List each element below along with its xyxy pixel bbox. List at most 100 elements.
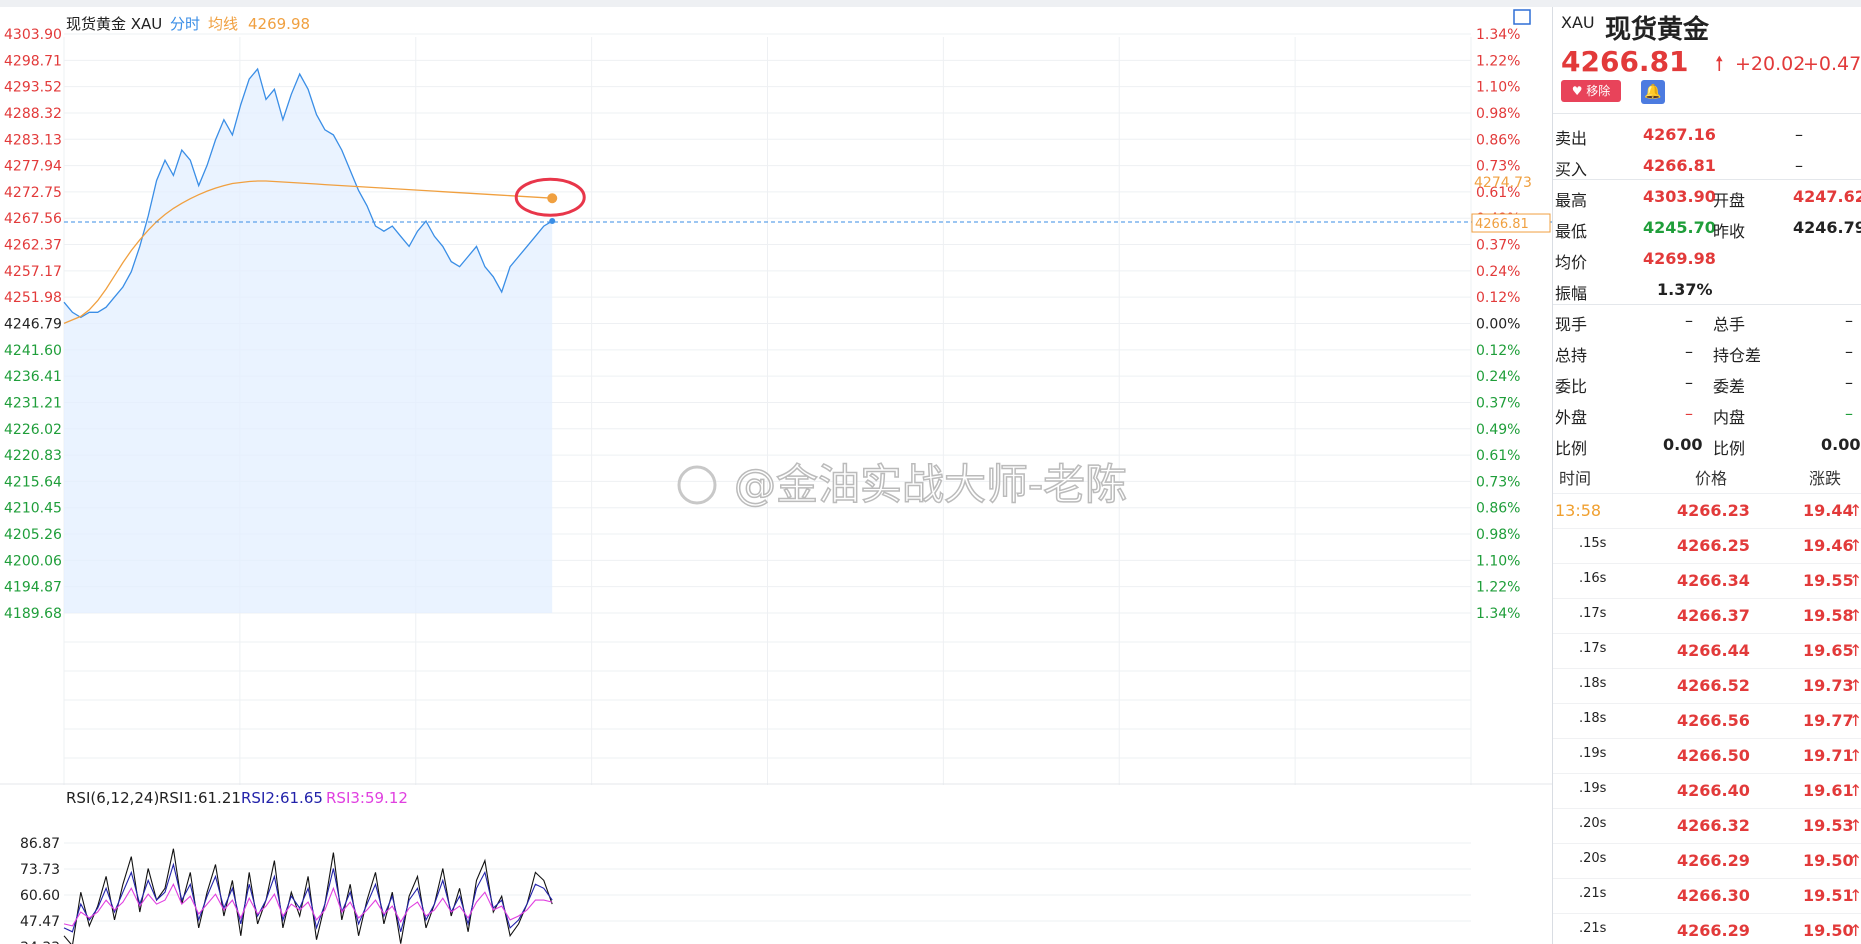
top-strip: [0, 0, 1861, 7]
quote-change-pct: +0.47%: [1803, 53, 1861, 75]
remove-watchlist-button[interactable]: ♥ 移除: [1561, 80, 1621, 102]
expand-icon: [1513, 9, 1531, 25]
y-axis-tick-label: 4189.68: [4, 606, 62, 622]
y-axis-pct-label: 0.37%: [1476, 395, 1520, 411]
tick-row: .20s 4266.32 19.53↑: [1553, 808, 1861, 844]
tick-change: 19.58: [1803, 606, 1854, 625]
quote-row-ask: 买入 4266.81 –: [1553, 150, 1861, 181]
bid-extra: –: [1795, 125, 1803, 144]
y-axis-tick-label: 4215.64: [4, 474, 62, 490]
y-axis-pct-label: 1.10%: [1476, 553, 1520, 569]
up-arrow-icon: ↑: [1849, 746, 1861, 765]
quote-price: 4266.81: [1561, 45, 1689, 78]
y-axis-tick-label: 4246.79: [4, 317, 62, 333]
y-axis-pct-label: 0.12%: [1476, 290, 1520, 306]
y-axis-pct-label: 1.34%: [1476, 27, 1520, 43]
vol-total-label: 总手: [1713, 315, 1746, 334]
quote-row-outer-inner: 外盘 – 内盘 –: [1553, 398, 1861, 429]
quote-row-bid: 卖出 4267.16 –: [1553, 119, 1861, 150]
amp-label: 振幅: [1555, 284, 1588, 303]
up-arrow-icon: ↑: [1849, 676, 1861, 695]
quote-row-order-ratio: 委比 – 委差 –: [1553, 367, 1861, 398]
tick-row: .21s 4266.29 19.50↑: [1553, 913, 1861, 944]
y-axis-tick-label: 4277.94: [4, 159, 62, 175]
y-axis-tick-label: 4251.98: [4, 290, 62, 306]
tick-row: .16s 4266.34 19.55↑: [1553, 563, 1861, 599]
quote-row-oi: 总持 – 持仓差 –: [1553, 336, 1861, 367]
up-arrow-icon: ↑: [1849, 711, 1861, 730]
low-label: 最低: [1555, 222, 1588, 241]
up-arrow-icon: ↑: [1849, 816, 1861, 835]
y-axis-pct-label: 0.61%: [1476, 448, 1520, 464]
amp-value: 1.37%: [1657, 280, 1713, 299]
outer-label: 外盘: [1555, 408, 1588, 427]
quote-row-avg: 均价 4269.98: [1553, 243, 1861, 274]
y-axis-tick-label: 4272.75: [4, 185, 62, 201]
y-axis-pct-label: 0.24%: [1476, 264, 1520, 280]
y-axis-tick-label: 4303.90: [4, 27, 62, 43]
quote-row-high: 最高 4303.90 开盘 4247.62: [1553, 181, 1861, 212]
tick-row: .19s 4266.40 19.61↑: [1553, 773, 1861, 809]
oi-diff-value: –: [1845, 342, 1853, 361]
tick-price: 4266.34: [1677, 571, 1750, 590]
prevclose-label: 昨收: [1713, 222, 1746, 241]
tick-row: 13:58 4266.23 19.44↑: [1553, 493, 1861, 529]
tick-time: .16s: [1579, 571, 1607, 586]
up-arrow-icon: ↑: [1849, 536, 1861, 555]
tick-change: 19.44: [1803, 501, 1854, 520]
watermark-text: @金油实战大师-老陈: [734, 460, 1127, 509]
y-axis-tick-label: 4288.32: [4, 106, 62, 122]
tick-row: .15s 4266.25 19.46↑: [1553, 528, 1861, 564]
tick-change: 19.53: [1803, 816, 1854, 835]
tick-price: 4266.30: [1677, 886, 1750, 905]
y-axis-tick-label: 4226.02: [4, 422, 62, 438]
rsi-y-tick-label: 73.73: [20, 862, 60, 878]
tick-price: 4266.29: [1677, 851, 1750, 870]
tick-table-header: 时间 价格 涨跌: [1553, 455, 1861, 494]
wc-value: –: [1845, 373, 1853, 392]
outer-value: –: [1685, 404, 1693, 423]
quote-symbol: XAU: [1561, 13, 1595, 32]
quote-divider: [1553, 179, 1861, 180]
oi-value: –: [1685, 342, 1693, 361]
avg-value: 4269.98: [1643, 249, 1716, 268]
intraday-chart[interactable]: 4303.90 4298.71 4293.52 4288.32 4283.13 4277.…: [0, 7, 1552, 944]
tick-time: .19s: [1579, 781, 1607, 796]
quote-row-amplitude: 振幅 1.37%: [1553, 274, 1861, 305]
y-axis-tick-label: 4298.71: [4, 53, 62, 69]
tick-time: .18s: [1579, 676, 1607, 691]
rsi-title: RSI(6,12,24): [66, 789, 159, 807]
up-arrow-icon: ↑: [1849, 886, 1861, 905]
avg-label: 均价: [1555, 253, 1588, 272]
price-area-fill: [64, 69, 553, 613]
y-axis-pct-label: 0.37%: [1476, 238, 1520, 254]
inner-label: 内盘: [1713, 408, 1746, 427]
ask-extra: –: [1795, 156, 1803, 175]
tick-change: 19.51: [1803, 886, 1854, 905]
tick-price: 4266.52: [1677, 676, 1750, 695]
bid-value: 4267.16: [1643, 125, 1716, 144]
y-axis-pct-label: 0.49%: [1476, 422, 1520, 438]
tick-time: 13:58: [1555, 501, 1602, 520]
quote-panel: XAU 现货黄金 4266.81 🠕 +20.02 +0.47% ♥ 移除 🔔 …: [1552, 7, 1861, 944]
bid-label: 卖出: [1555, 129, 1588, 148]
y-axis-pct-label: 0.00%: [1476, 317, 1520, 333]
open-value: 4247.62: [1793, 187, 1861, 206]
y-axis-tick-label: 4293.52: [4, 80, 62, 96]
y-axis-tick-label: 4262.37: [4, 238, 62, 254]
wb-label: 委比: [1555, 377, 1588, 396]
alert-bell-button[interactable]: 🔔: [1641, 80, 1665, 104]
prevclose-value: 4246.79: [1793, 218, 1861, 237]
average-end-dot: [547, 193, 558, 204]
up-arrow-icon: ↑: [1849, 851, 1861, 870]
rsi-y-tick-label: 60.60: [20, 888, 60, 904]
up-arrow-icon: ↑: [1849, 571, 1861, 590]
y-axis-tick-label: 4231.21: [4, 395, 62, 411]
chart-area[interactable]: 4303.90 4298.71 4293.52 4288.32 4283.13 4277.…: [0, 7, 1552, 944]
tick-row: .21s 4266.30 19.51↑: [1553, 878, 1861, 914]
y-axis-tick-label: 4257.17: [4, 264, 62, 280]
bell-icon: 🔔: [1644, 84, 1662, 100]
up-arrow-icon: 🠕: [1715, 51, 1724, 75]
tick-change: 19.65: [1803, 641, 1854, 660]
y-axis-pct-label: 0.86%: [1476, 132, 1520, 148]
